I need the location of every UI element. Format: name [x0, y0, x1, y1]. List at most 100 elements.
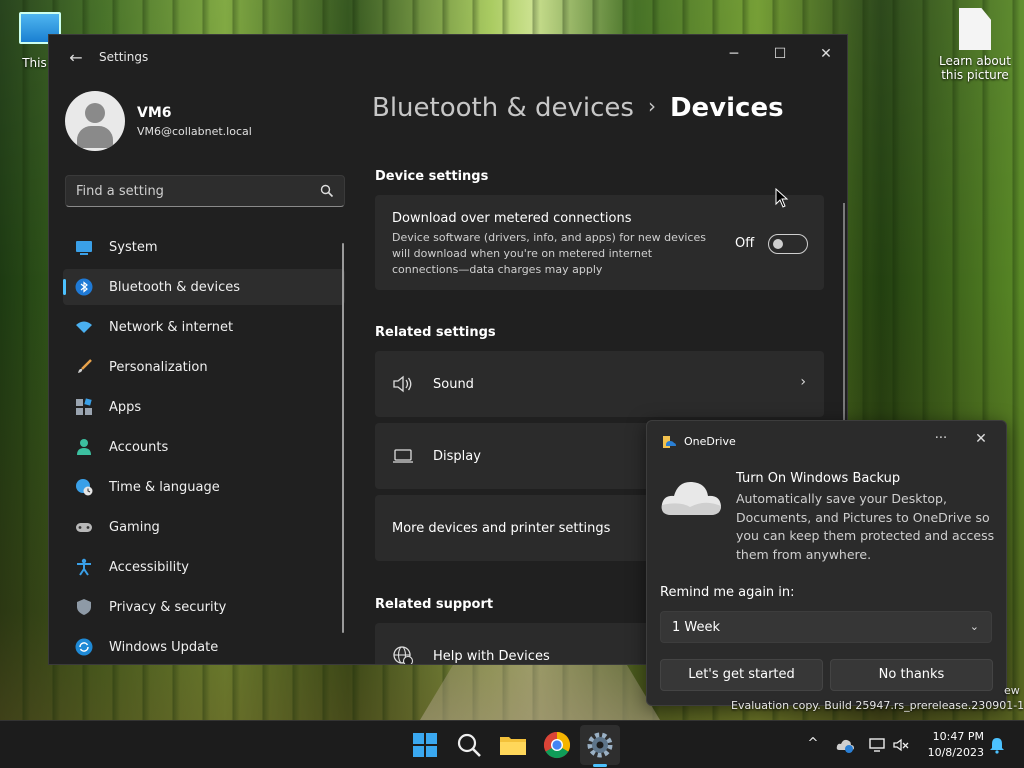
file-icon — [959, 8, 991, 50]
bluetooth-icon — [75, 278, 93, 296]
tray-overflow-chevron-icon[interactable]: ^ — [804, 736, 822, 754]
gamepad-icon — [76, 523, 92, 532]
breadcrumb-separator: › — [647, 94, 656, 118]
volume-muted-icon[interactable] — [892, 736, 910, 754]
section-related-settings: Related settings — [375, 325, 496, 340]
breadcrumb: Bluetooth & devices › Devices — [372, 93, 784, 123]
shield-icon — [77, 599, 91, 615]
back-arrow-icon[interactable]: ← — [65, 47, 87, 69]
metered-connections-card: Download over metered connections Device… — [375, 195, 824, 290]
metered-toggle[interactable] — [768, 234, 808, 254]
sidebar-item-windows-update[interactable]: Windows Update — [63, 629, 345, 664]
get-started-button[interactable]: Let's get started — [660, 659, 823, 691]
sound-label: Sound — [433, 377, 474, 392]
sidebar-item-privacy-security[interactable]: Privacy & security — [63, 589, 345, 625]
sidebar-item-label: Bluetooth & devices — [109, 279, 240, 295]
display-label: Display — [433, 449, 481, 464]
apps-icon — [76, 398, 92, 415]
desktop-icon-label: Learn about this picture — [939, 54, 1011, 82]
chevron-down-icon: ⌄ — [969, 620, 979, 633]
close-button[interactable]: ✕ — [803, 39, 847, 69]
remind-label: Remind me again in: — [660, 585, 795, 600]
title-bar[interactable]: ← Settings ─ ☐ ✕ — [49, 35, 847, 81]
sidebar-item-time-language[interactable]: Time & language — [63, 469, 345, 505]
chevron-right-icon: › — [800, 374, 806, 390]
user-email: VM6@collabnet.local — [137, 125, 252, 138]
sidebar-item-label: Personalization — [109, 359, 208, 375]
sidebar-item-accounts[interactable]: Accounts — [63, 429, 345, 465]
file-explorer-icon[interactable] — [498, 730, 528, 760]
toast-app-name: OneDrive — [684, 435, 736, 448]
no-thanks-button[interactable]: No thanks — [830, 659, 993, 691]
clock-time: 10:47 PM — [932, 730, 984, 743]
avatar[interactable] — [65, 91, 125, 151]
breadcrumb-parent[interactable]: Bluetooth & devices — [372, 93, 634, 123]
remind-select[interactable]: 1 Week ⌄ — [660, 611, 992, 643]
accessibility-icon — [77, 558, 91, 576]
toggle-knob — [773, 239, 783, 249]
sidebar-item-label: System — [109, 239, 158, 255]
sidebar-item-network[interactable]: Network & internet — [63, 309, 345, 345]
sidebar-item-personalization[interactable]: Personalization — [63, 349, 345, 385]
chrome-icon[interactable] — [542, 730, 572, 760]
avatar-body — [77, 126, 113, 148]
update-icon — [75, 638, 93, 656]
globe-help-icon — [393, 646, 414, 664]
evaluation-watermark: Evaluation copy. Build 25947.rs_prerelea… — [731, 699, 1024, 712]
sidebar-nav: System Bluetooth & devices Network & int… — [63, 229, 345, 664]
search-box[interactable] — [65, 175, 345, 207]
onedrive-app-icon — [663, 436, 676, 448]
onedrive-notification: OneDrive ··· ✕ Turn On Windows Backup Au… — [646, 420, 1007, 706]
user-name: VM6 — [137, 105, 172, 121]
sidebar-item-accessibility[interactable]: Accessibility — [63, 549, 345, 585]
toast-close-icon[interactable]: ✕ — [971, 431, 991, 451]
search-input[interactable] — [76, 176, 306, 206]
toggle-state-label: Off — [735, 236, 755, 251]
notification-bell-icon[interactable] — [988, 736, 1006, 754]
more-devices-label: More devices and printer settings — [392, 521, 611, 536]
sidebar-item-label: Time & language — [109, 479, 220, 495]
search-taskbar-icon[interactable] — [454, 730, 484, 760]
network-icon[interactable] — [868, 736, 886, 754]
system-clock[interactable]: 10:47 PM 10/8/2023 — [922, 729, 984, 761]
sound-row[interactable]: Sound › — [375, 351, 824, 417]
clock-date: 10/8/2023 — [927, 746, 984, 759]
section-device-settings: Device settings — [375, 169, 489, 184]
sidebar-item-label: Gaming — [109, 519, 160, 535]
sidebar-item-system[interactable]: System — [63, 229, 345, 265]
brush-icon — [78, 359, 92, 373]
wifi-icon — [76, 321, 92, 333]
taskbar: ^ 10:47 PM 10/8/2023 — [0, 720, 1024, 768]
sidebar-item-label: Privacy & security — [109, 599, 227, 615]
search-icon[interactable] — [320, 184, 334, 198]
desktop-icon-learn-picture[interactable]: Learn about this picture — [938, 8, 1012, 82]
avatar-head — [85, 103, 105, 123]
minimize-button[interactable]: ─ — [711, 39, 757, 69]
sidebar-scrollbar[interactable] — [342, 243, 344, 633]
settings-gear-icon[interactable] — [585, 730, 615, 760]
globe-clock-icon — [76, 479, 93, 496]
help-label: Help with Devices — [433, 649, 550, 664]
app-title: Settings — [99, 50, 149, 64]
sidebar-item-gaming[interactable]: Gaming — [63, 509, 345, 545]
page-title: Devices — [669, 93, 784, 123]
sidebar-item-label: Accessibility — [109, 559, 189, 575]
sidebar-item-apps[interactable]: Apps — [63, 389, 345, 425]
toast-body: Automatically save your Desktop, Documen… — [736, 491, 995, 562]
sidebar-item-bluetooth-devices[interactable]: Bluetooth & devices — [63, 269, 345, 305]
start-button-icon[interactable] — [410, 730, 440, 760]
cloud-icon — [661, 481, 721, 515]
onedrive-tray-icon[interactable] — [836, 736, 854, 754]
maximize-button[interactable]: ☐ — [757, 39, 803, 69]
sidebar-item-label: Windows Update — [109, 639, 219, 655]
person-icon — [77, 439, 91, 455]
laptop-icon — [393, 449, 413, 463]
metered-title: Download over metered connections — [392, 211, 632, 226]
active-app-indicator — [593, 764, 607, 767]
watermark-fragment: ew — [1004, 684, 1020, 697]
sidebar-item-label: Network & internet — [109, 319, 234, 335]
more-options-icon[interactable]: ··· — [931, 431, 951, 451]
remind-select-value: 1 Week — [672, 620, 721, 635]
mouse-cursor-icon — [775, 188, 789, 208]
system-icon — [76, 241, 92, 255]
